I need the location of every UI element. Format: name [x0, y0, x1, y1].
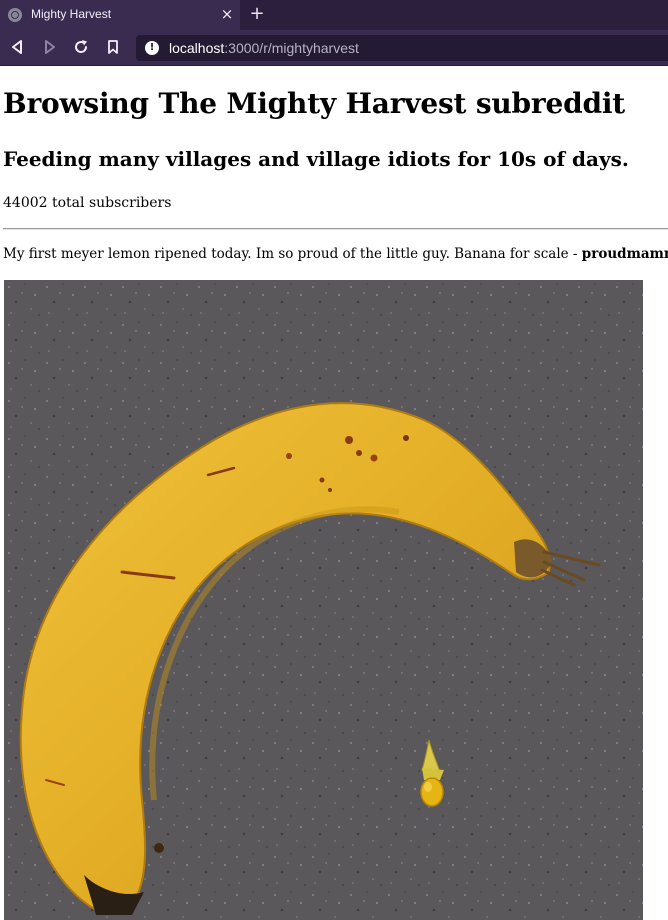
reload-icon[interactable]	[71, 37, 91, 57]
navigation-toolbar: ! localhost:3000/r/mightyharvest	[0, 30, 668, 66]
url-path: :3000/r/mightyharvest	[224, 40, 359, 56]
address-bar[interactable]: ! localhost:3000/r/mightyharvest	[136, 35, 668, 61]
url-text: localhost:3000/r/mightyharvest	[169, 40, 359, 56]
plus-icon[interactable]: +	[248, 4, 266, 24]
divider	[3, 228, 668, 230]
subscriber-count: 44002 total subscribers	[3, 195, 172, 211]
back-icon[interactable]	[8, 37, 28, 57]
tab-mighty-harvest[interactable]: Mighty Harvest ×	[0, 0, 240, 30]
info-icon[interactable]: !	[145, 41, 159, 55]
url-host: localhost	[169, 40, 225, 56]
post-text: My first meyer lemon ripened today. Im s…	[3, 246, 582, 262]
globe-icon	[8, 8, 22, 22]
post-title: My first meyer lemon ripened today. Im s…	[3, 246, 668, 262]
post-image	[4, 280, 643, 920]
tab-strip: Mighty Harvest × +	[0, 0, 668, 30]
page-title: Browsing The Mighty Harvest subreddit	[3, 87, 626, 120]
post-author[interactable]: proudmamma	[582, 246, 668, 262]
forward-icon[interactable]	[39, 37, 59, 57]
subreddit-tagline: Feeding many villages and village idiots…	[3, 147, 629, 171]
close-icon[interactable]: ×	[219, 5, 235, 23]
bookmark-icon[interactable]	[103, 37, 123, 57]
tab-title: Mighty Harvest	[31, 7, 112, 21]
